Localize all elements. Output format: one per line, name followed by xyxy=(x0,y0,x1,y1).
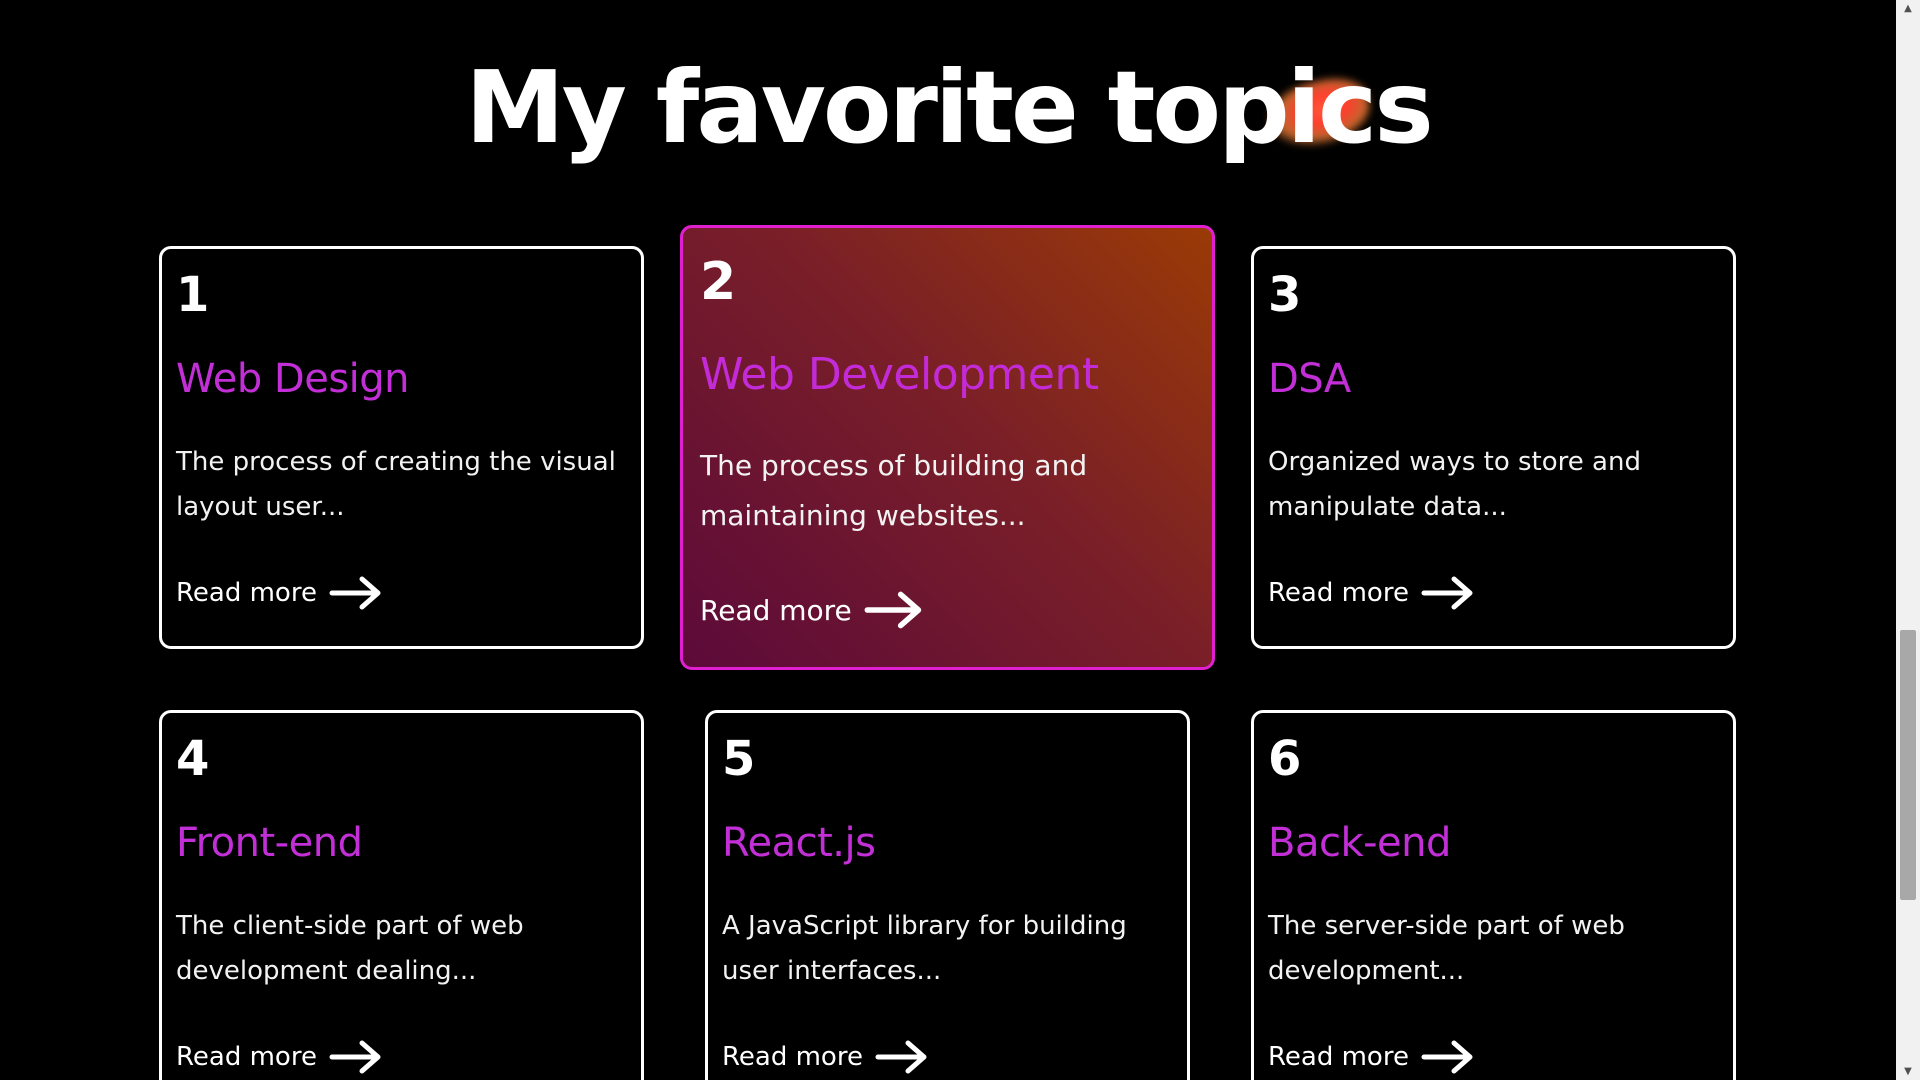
read-more-label: Read more xyxy=(176,1042,317,1072)
card-description: A JavaScript library for building user i… xyxy=(722,911,1127,986)
card-description: The process of creating the visual layou… xyxy=(176,447,616,522)
page-title: My favorite topics xyxy=(0,58,1896,158)
topic-card-6[interactable]: 6 Back-end The server-side part of web d… xyxy=(1251,710,1736,1080)
page-title-text: My favorite topics xyxy=(465,49,1434,166)
arrow-right-icon xyxy=(864,591,922,629)
card-number: 1 xyxy=(176,267,210,323)
card-title: Back-end xyxy=(1268,820,1451,866)
arrow-right-icon xyxy=(1421,1040,1473,1074)
card-number: 4 xyxy=(176,731,210,787)
card-title: React.js xyxy=(722,820,876,866)
scroll-up-arrow-icon[interactable]: ▲ xyxy=(1896,0,1920,17)
arrow-right-icon xyxy=(875,1040,927,1074)
card-description: The process of building and maintaining … xyxy=(700,449,1088,532)
read-more-link[interactable]: Read more xyxy=(1268,575,1475,611)
page: My favorite topics 1 Web Design The proc… xyxy=(0,0,1920,1080)
scroll-down-arrow-icon[interactable]: ▼ xyxy=(1896,1063,1920,1080)
topic-card-3[interactable]: 3 DSA Organized ways to store and manipu… xyxy=(1251,246,1736,649)
card-title: Web Development xyxy=(700,349,1099,400)
arrow-right-icon xyxy=(1421,576,1473,610)
vertical-scrollbar[interactable]: ▲ ▼ xyxy=(1896,0,1920,1080)
card-number: 6 xyxy=(1268,731,1302,787)
card-number: 5 xyxy=(722,731,756,787)
topic-card-2[interactable]: 2 Web Development The process of buildin… xyxy=(680,225,1215,670)
read-more-link[interactable]: Read more xyxy=(700,590,924,630)
card-number: 2 xyxy=(700,252,737,312)
card-number: 3 xyxy=(1268,267,1302,323)
card-title: Front-end xyxy=(176,820,363,866)
scrollbar-thumb[interactable] xyxy=(1900,630,1916,900)
card-description: The server-side part of web development.… xyxy=(1268,911,1625,986)
read-more-link[interactable]: Read more xyxy=(1268,1039,1475,1075)
card-description: Organized ways to store and manipulate d… xyxy=(1268,447,1641,522)
topics-section: My favorite topics 1 Web Design The proc… xyxy=(0,0,1896,1080)
card-title: Web Design xyxy=(176,356,410,402)
topic-card-5[interactable]: 5 React.js A JavaScript library for buil… xyxy=(705,710,1190,1080)
card-title: DSA xyxy=(1268,356,1351,402)
read-more-link[interactable]: Read more xyxy=(176,575,383,611)
read-more-label: Read more xyxy=(1268,578,1409,608)
read-more-link[interactable]: Read more xyxy=(176,1039,383,1075)
read-more-label: Read more xyxy=(700,593,852,627)
arrow-right-icon xyxy=(329,576,381,610)
read-more-label: Read more xyxy=(1268,1042,1409,1072)
read-more-link[interactable]: Read more xyxy=(722,1039,929,1075)
read-more-label: Read more xyxy=(722,1042,863,1072)
arrow-right-icon xyxy=(329,1040,381,1074)
topic-card-4[interactable]: 4 Front-end The client-side part of web … xyxy=(159,710,644,1080)
read-more-label: Read more xyxy=(176,578,317,608)
card-description: The client-side part of web development … xyxy=(176,911,524,986)
topic-card-1[interactable]: 1 Web Design The process of creating the… xyxy=(159,246,644,649)
